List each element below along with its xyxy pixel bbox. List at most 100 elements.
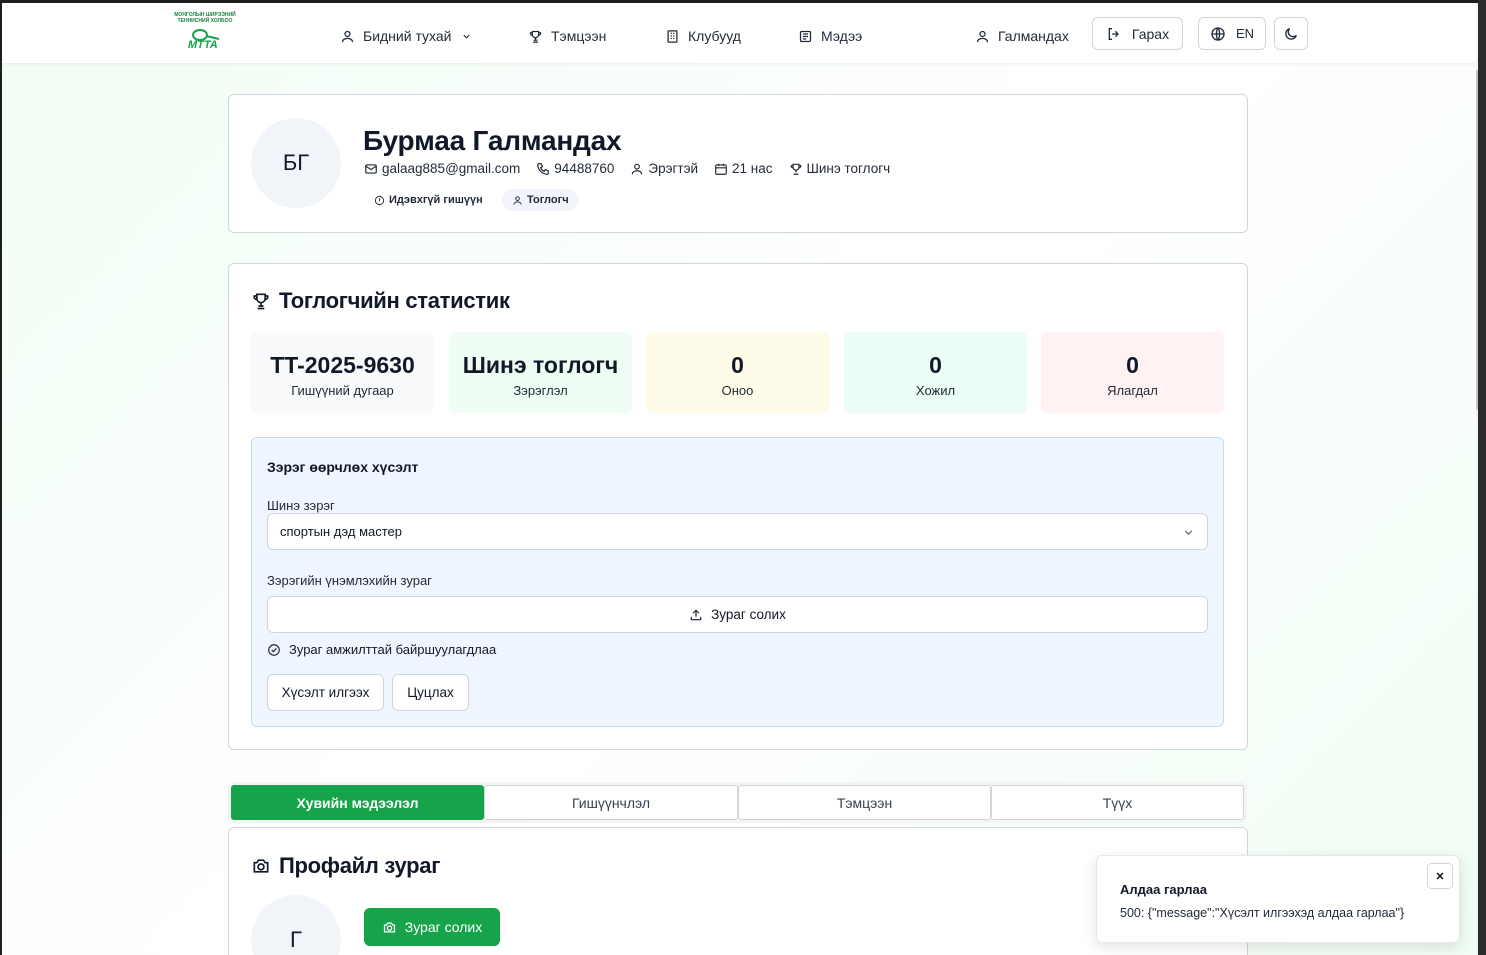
- new-rank-label: Шинэ зэрэг: [267, 498, 335, 513]
- logout-button[interactable]: Гарах: [1092, 17, 1183, 50]
- nav-tournaments-label: Тэмцээн: [551, 28, 607, 44]
- tab-tournaments[interactable]: Тэмцээн: [738, 785, 991, 820]
- user-icon: [632, 163, 643, 174]
- profile-rank: Шинэ тоглогч: [789, 161, 891, 176]
- rank-text: Шинэ тоглогч: [806, 161, 891, 176]
- profile-tabs: Хувийн мэдээлэл Гишүүнчлэл Тэмцээн Түүх: [228, 782, 1247, 823]
- profile-email: galaag885@gmail.com: [364, 161, 520, 176]
- profile-photo-title-text: Профайл зураг: [279, 853, 441, 878]
- stat-value: Шинэ тоглогч: [462, 352, 619, 378]
- new-rank-value: спортын дэд мастер: [280, 524, 403, 539]
- top-navbar: МОНГОЛЫН ШИРЭЭНИЙ ТЕННИСНИЙ ХОЛБОО MTTA …: [2, 3, 1476, 63]
- mtta-logo[interactable]: МОНГОЛЫН ШИРЭЭНИЙ ТЕННИСНИЙ ХОЛБОО MTTA: [170, 12, 240, 56]
- trophy-icon: [253, 293, 269, 310]
- tab-membership[interactable]: Гишүүнчлэл: [484, 785, 738, 820]
- nav-tournaments[interactable]: Тэмцээн: [528, 27, 606, 45]
- close-icon: [1436, 872, 1444, 880]
- profile-photo-initial: Г: [290, 927, 302, 952]
- language-label: EN: [1235, 26, 1255, 41]
- submit-request-button[interactable]: Хүсэлт илгээх: [267, 674, 384, 711]
- stat-rank: Шинэ тоглогч Зэрэглэл: [449, 332, 632, 413]
- upload-icon: [690, 609, 702, 620]
- nav-about-label: Бидний тухай: [363, 28, 452, 44]
- stats-title: Тоглогчийн статистик: [251, 288, 510, 314]
- rank-request-title: Зэрэг өөрчлөх хүсэлт: [267, 459, 419, 475]
- camera-icon: [383, 922, 395, 932]
- nav-news[interactable]: Мэдээ: [798, 27, 862, 45]
- user-icon: [976, 30, 989, 42]
- toast-title: Алдаа гарлаа: [1120, 882, 1207, 897]
- certificate-upload-button[interactable]: Зураг солих: [267, 596, 1208, 633]
- email-text: galaag885@gmail.com: [382, 161, 521, 176]
- profile-photo-title: Профайл зураг: [251, 853, 440, 879]
- chevron-down-icon: [463, 34, 471, 39]
- user-icon: [513, 195, 522, 205]
- stat-value: 0: [1126, 352, 1139, 378]
- alert-circle-icon: [374, 195, 385, 205]
- tab-personal-info[interactable]: Хувийн мэдээлэл: [231, 785, 484, 820]
- calendar-icon: [715, 163, 727, 175]
- user-name-label: Галмандах: [998, 28, 1069, 44]
- profile-name: Бурмаа Галмандах: [363, 125, 622, 156]
- stat-wins: 0 Хожил: [844, 332, 1027, 413]
- stat-label: Гишүүний дугаар: [291, 383, 394, 398]
- nav-news-label: Мэдээ: [821, 28, 863, 44]
- logout-icon: [1108, 27, 1119, 40]
- toast-message: 500: {"message":"Хүсэлт илгээхэд алдаа г…: [1120, 906, 1405, 920]
- profile-gender: Эрэгтэй: [630, 161, 698, 176]
- new-rank-select[interactable]: спортын дэд мастер: [267, 513, 1208, 550]
- camera-icon: [253, 859, 269, 873]
- nav-clubs[interactable]: Клубууд: [665, 27, 741, 45]
- stat-label: Ялагдал: [1107, 383, 1158, 398]
- nav-user-profile[interactable]: Галмандах: [975, 27, 1069, 45]
- upload-success-text: Зураг амжилттай байршуулагдлаа: [289, 642, 497, 657]
- profile-photo-avatar: Г: [251, 895, 341, 955]
- change-photo-label: Зураг солих: [404, 919, 483, 935]
- logout-label: Гарах: [1131, 25, 1170, 42]
- nav-about[interactable]: Бидний тухай: [340, 27, 472, 45]
- stats-card: Тоглогчийн статистик TT-2025-9630 Гишүүн…: [228, 263, 1248, 750]
- change-photo-button[interactable]: Зураг солих: [364, 908, 500, 946]
- upload-success-message: Зураг амжилттай байршуулагдлаа: [267, 642, 496, 657]
- gender-text: Эрэгтэй: [648, 161, 699, 176]
- stat-losses: 0 Ялагдал: [1041, 332, 1224, 413]
- profile-age: 21 нас: [714, 161, 773, 176]
- profile-meta: galaag885@gmail.com 94488760 Эрэгтэй 21 …: [364, 161, 890, 176]
- age-text: 21 нас: [732, 161, 773, 176]
- stat-member-id: TT-2025-9630 Гишүүний дугаар: [251, 332, 434, 413]
- role-badge: Тоглогч: [502, 189, 579, 211]
- stat-label: Оноо: [721, 383, 754, 398]
- rank-change-request-panel: Зэрэг өөрчлөх хүсэлт Шинэ зэрэг спортын …: [251, 437, 1224, 727]
- stat-value: 0: [731, 352, 744, 378]
- trophy-icon: [790, 163, 801, 175]
- status-badge: Идэвхгүй гишүүн: [364, 189, 493, 211]
- cancel-button[interactable]: Цуцлах: [392, 674, 469, 711]
- stat-label: Хожил: [915, 383, 956, 398]
- mail-icon: [365, 163, 377, 174]
- globe-icon: [1211, 26, 1225, 41]
- check-circle-icon: [268, 643, 280, 656]
- building-icon: [667, 29, 678, 43]
- newspaper-icon: [799, 30, 812, 42]
- phone-text: 94488760: [554, 161, 615, 176]
- upload-label: Зураг солих: [711, 607, 786, 622]
- phone-icon: [537, 162, 550, 175]
- profile-phone: 94488760: [536, 161, 614, 176]
- role-badge-label: Тоглогч: [527, 194, 569, 206]
- status-badge-label: Идэвхгүй гишүүн: [389, 194, 483, 206]
- profile-card: БГ Бурмаа Галмандах galaag885@gmail.com …: [228, 94, 1248, 233]
- stat-value: TT-2025-9630: [270, 352, 415, 378]
- stats-title-text: Тоглогчийн статистик: [279, 288, 510, 313]
- logo-caption: МОНГОЛЫН ШИРЭЭНИЙ ТЕННИСНИЙ ХОЛБОО: [174, 12, 236, 24]
- moon-icon: [1285, 27, 1297, 40]
- theme-toggle-button[interactable]: [1274, 17, 1308, 50]
- certificate-label: Зэрэгийн үнэмлэхийн зураг: [267, 573, 432, 588]
- language-button[interactable]: EN: [1198, 17, 1266, 50]
- stat-value: 0: [929, 352, 942, 378]
- avatar: БГ: [251, 118, 341, 208]
- avatar-initials: БГ: [282, 150, 310, 175]
- tab-history[interactable]: Түүх: [991, 785, 1244, 820]
- toast-close-button[interactable]: [1427, 863, 1453, 889]
- logo-text: MTTA: [188, 39, 218, 51]
- user-icon: [341, 30, 354, 42]
